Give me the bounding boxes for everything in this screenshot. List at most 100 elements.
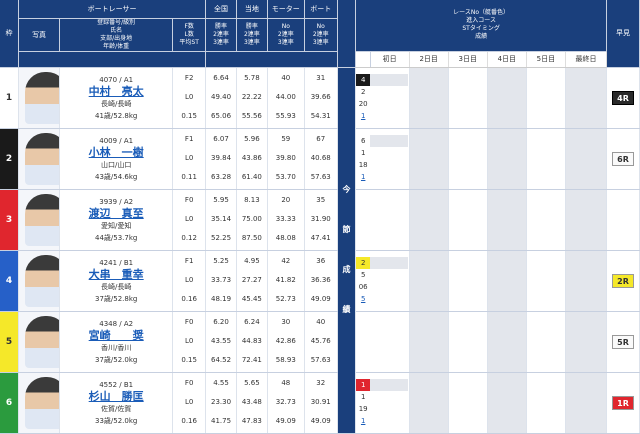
day-cell[interactable] bbox=[448, 67, 488, 129]
racer-name-link[interactable]: 中村 亮太 bbox=[60, 85, 172, 98]
race-no-box[interactable]: 4 bbox=[356, 73, 371, 86]
l-count: L0 bbox=[184, 337, 194, 345]
motor-r2: 32.73 bbox=[275, 398, 296, 406]
national-stats: 6.64 49.40 65.06 bbox=[205, 67, 237, 129]
r2-label: 2連率 bbox=[213, 30, 229, 38]
racer-photo[interactable] bbox=[18, 311, 61, 373]
day-cell[interactable] bbox=[448, 250, 488, 312]
race-entry-table: 枠 ボートレーサー 全国 当地 モーター ボート レースNo（艇番色） 進入コー… bbox=[0, 0, 640, 434]
finish-result-link[interactable]: 5 bbox=[356, 292, 371, 305]
local-r2: 43.48 bbox=[241, 398, 262, 406]
motor-no: 40 bbox=[281, 74, 291, 82]
racer-name-link[interactable]: 大串 重幸 bbox=[60, 268, 172, 281]
day-cell[interactable] bbox=[487, 311, 527, 373]
day1-result: 2 5 06 5 bbox=[356, 256, 409, 305]
day-cell[interactable] bbox=[487, 67, 527, 129]
motor-sub: No 2連率 3連率 bbox=[267, 18, 305, 52]
day-cell[interactable] bbox=[448, 128, 488, 190]
f-count: F0 bbox=[184, 318, 194, 326]
reg-class: 4009 / A1 bbox=[99, 136, 134, 145]
boat-r2: 31.90 bbox=[310, 215, 331, 223]
finish-result-link[interactable]: 1 bbox=[356, 414, 371, 427]
early-race-badge[interactable]: 2R bbox=[612, 273, 634, 288]
day-cell[interactable] bbox=[409, 128, 449, 190]
day-cell[interactable] bbox=[565, 189, 608, 251]
day-cell[interactable] bbox=[448, 189, 488, 251]
day-cell[interactable] bbox=[526, 128, 566, 190]
day1-cell[interactable]: 4 2 20 1 bbox=[355, 67, 410, 129]
day-cell[interactable] bbox=[409, 311, 449, 373]
national-r2: 33.73 bbox=[211, 276, 232, 284]
local-stats: 5.78 22.22 55.56 bbox=[236, 67, 268, 129]
st-header: F数 L数 平均ST bbox=[172, 18, 207, 52]
day-cell[interactable] bbox=[565, 128, 608, 190]
day1-cell[interactable] bbox=[355, 189, 410, 251]
reg-class: 3939 / A2 bbox=[99, 197, 134, 206]
start-stats: F1 L0 0.16 bbox=[172, 250, 207, 312]
reg-class: 4241 / B1 bbox=[99, 258, 134, 267]
day-cell[interactable] bbox=[448, 311, 488, 373]
day-cell[interactable] bbox=[526, 189, 566, 251]
day1-cell[interactable] bbox=[355, 311, 410, 373]
r3-label: 3連率 bbox=[312, 38, 329, 46]
racer-row: 3 3939 / A2 渡辺 真至 愛知/愛知 44歳/53.7kg F0 L0… bbox=[0, 189, 640, 251]
early-check[interactable]: 5R bbox=[606, 311, 640, 373]
age-weight: 37歳/52.0kg bbox=[94, 355, 138, 364]
motor-r2: 33.33 bbox=[275, 215, 296, 223]
name-label: 氏名 bbox=[110, 26, 123, 34]
day-cell[interactable] bbox=[565, 311, 608, 373]
start-stats: F2 L0 0.15 bbox=[172, 67, 207, 129]
finish-result-link[interactable]: 1 bbox=[356, 170, 371, 183]
racer-name-link[interactable]: 杉山 勝匡 bbox=[60, 390, 172, 403]
f-count: F0 bbox=[184, 379, 194, 387]
early-race-badge[interactable]: 4R bbox=[612, 90, 634, 105]
f-count: F1 bbox=[184, 257, 194, 265]
day-cell[interactable] bbox=[487, 189, 527, 251]
day-cell[interactable] bbox=[409, 189, 449, 251]
racer-row: 5 4348 / A2 宮崎 奨 香川/香川 37歳/52.0kg F0 L0 … bbox=[0, 311, 640, 373]
early-check[interactable]: 6R bbox=[606, 128, 640, 190]
day-cell[interactable] bbox=[487, 250, 527, 312]
local-stats: 6.24 44.83 72.41 bbox=[236, 311, 268, 373]
racer-avatar bbox=[25, 315, 59, 368]
racer-name-link[interactable]: 宮崎 奨 bbox=[60, 329, 172, 342]
racer-name-link[interactable]: 渡辺 真至 bbox=[60, 207, 172, 220]
day-cell[interactable] bbox=[409, 67, 449, 129]
day-header-6: 最終日 bbox=[565, 51, 608, 68]
early-race-badge[interactable]: 5R bbox=[612, 334, 634, 349]
early-race-badge[interactable]: 1R bbox=[612, 395, 634, 410]
f-count: F2 bbox=[184, 74, 194, 82]
boat-no: 40 bbox=[316, 318, 326, 326]
day1-cell[interactable]: 6 1 18 1 bbox=[355, 128, 410, 190]
racer-photo[interactable] bbox=[18, 189, 61, 251]
boat-number: 4 bbox=[0, 250, 19, 312]
local-win: 8.13 bbox=[244, 196, 260, 204]
racer-avatar bbox=[25, 71, 59, 124]
racer-photo[interactable] bbox=[18, 250, 61, 312]
racer-photo[interactable] bbox=[18, 67, 61, 129]
early-check[interactable]: 2R bbox=[606, 250, 640, 312]
racer-info-header: 登録番号/級別 氏名 支部/出身地 年齢/体重 bbox=[59, 18, 174, 52]
racer-name-link[interactable]: 小林 一樹 bbox=[60, 146, 172, 159]
day-cell[interactable] bbox=[526, 250, 566, 312]
race-no-box[interactable]: 2 bbox=[356, 256, 371, 269]
finish-result-link[interactable]: 1 bbox=[356, 109, 371, 122]
race-no-box[interactable]: 1 bbox=[356, 378, 371, 391]
day-cell[interactable] bbox=[526, 67, 566, 129]
day-cell[interactable] bbox=[565, 67, 608, 129]
day-cell[interactable] bbox=[409, 250, 449, 312]
racer-photo[interactable] bbox=[18, 128, 61, 190]
early-check[interactable]: 4R bbox=[606, 67, 640, 129]
day-cell[interactable] bbox=[487, 128, 527, 190]
day-cell[interactable] bbox=[565, 250, 608, 312]
win-label: 勝率 bbox=[245, 22, 258, 30]
racer-avatar bbox=[25, 193, 59, 246]
boat-stats: 35 31.90 47.41 bbox=[304, 189, 338, 251]
day1-cell[interactable]: 2 5 06 5 bbox=[355, 250, 410, 312]
age-weight: 44歳/53.7kg bbox=[94, 233, 138, 242]
boat-r3: 54.31 bbox=[310, 112, 331, 120]
early-check[interactable] bbox=[606, 189, 640, 251]
day-cell[interactable] bbox=[526, 311, 566, 373]
early-race-badge[interactable]: 6R bbox=[612, 151, 634, 166]
race-no-box[interactable]: 6 bbox=[356, 134, 371, 147]
